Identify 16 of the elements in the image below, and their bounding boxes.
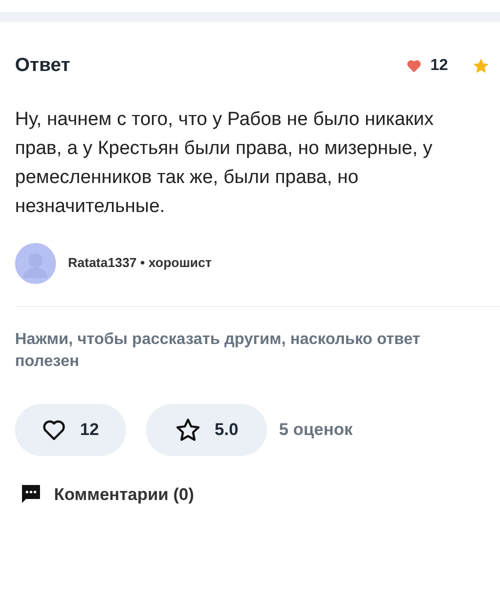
heart-icon bbox=[42, 418, 66, 440]
star-icon bbox=[174, 416, 201, 442]
feedback-prompt: полезен bbox=[15, 352, 80, 372]
comment-icon bbox=[20, 484, 42, 504]
heart-icon bbox=[406, 59, 422, 74]
star-icon bbox=[472, 57, 490, 76]
like-button[interactable]: 12 bbox=[15, 404, 126, 456]
rating-button[interactable]: 5.0 bbox=[146, 404, 267, 456]
author-line: Ratata1337 • хорошист bbox=[68, 254, 212, 272]
answer-title: Ответ bbox=[15, 54, 70, 78]
feedback-prompt: Нажми, чтобы рассказать другим, насколько ответ bbox=[15, 330, 422, 350]
answer-text: Ну, начнем с того, что у Рабов не было никаких прав, а у Крестьян были права, но мизерные, у ремесленников так же, были права, но незначительные. bbox=[14, 108, 435, 218]
ratings-count: 5 оценок bbox=[279, 418, 353, 441]
avatar-icon bbox=[15, 242, 56, 284]
likes-count: 12 bbox=[430, 56, 448, 76]
comments-link[interactable]: Комментарии (0) bbox=[0, 482, 214, 507]
